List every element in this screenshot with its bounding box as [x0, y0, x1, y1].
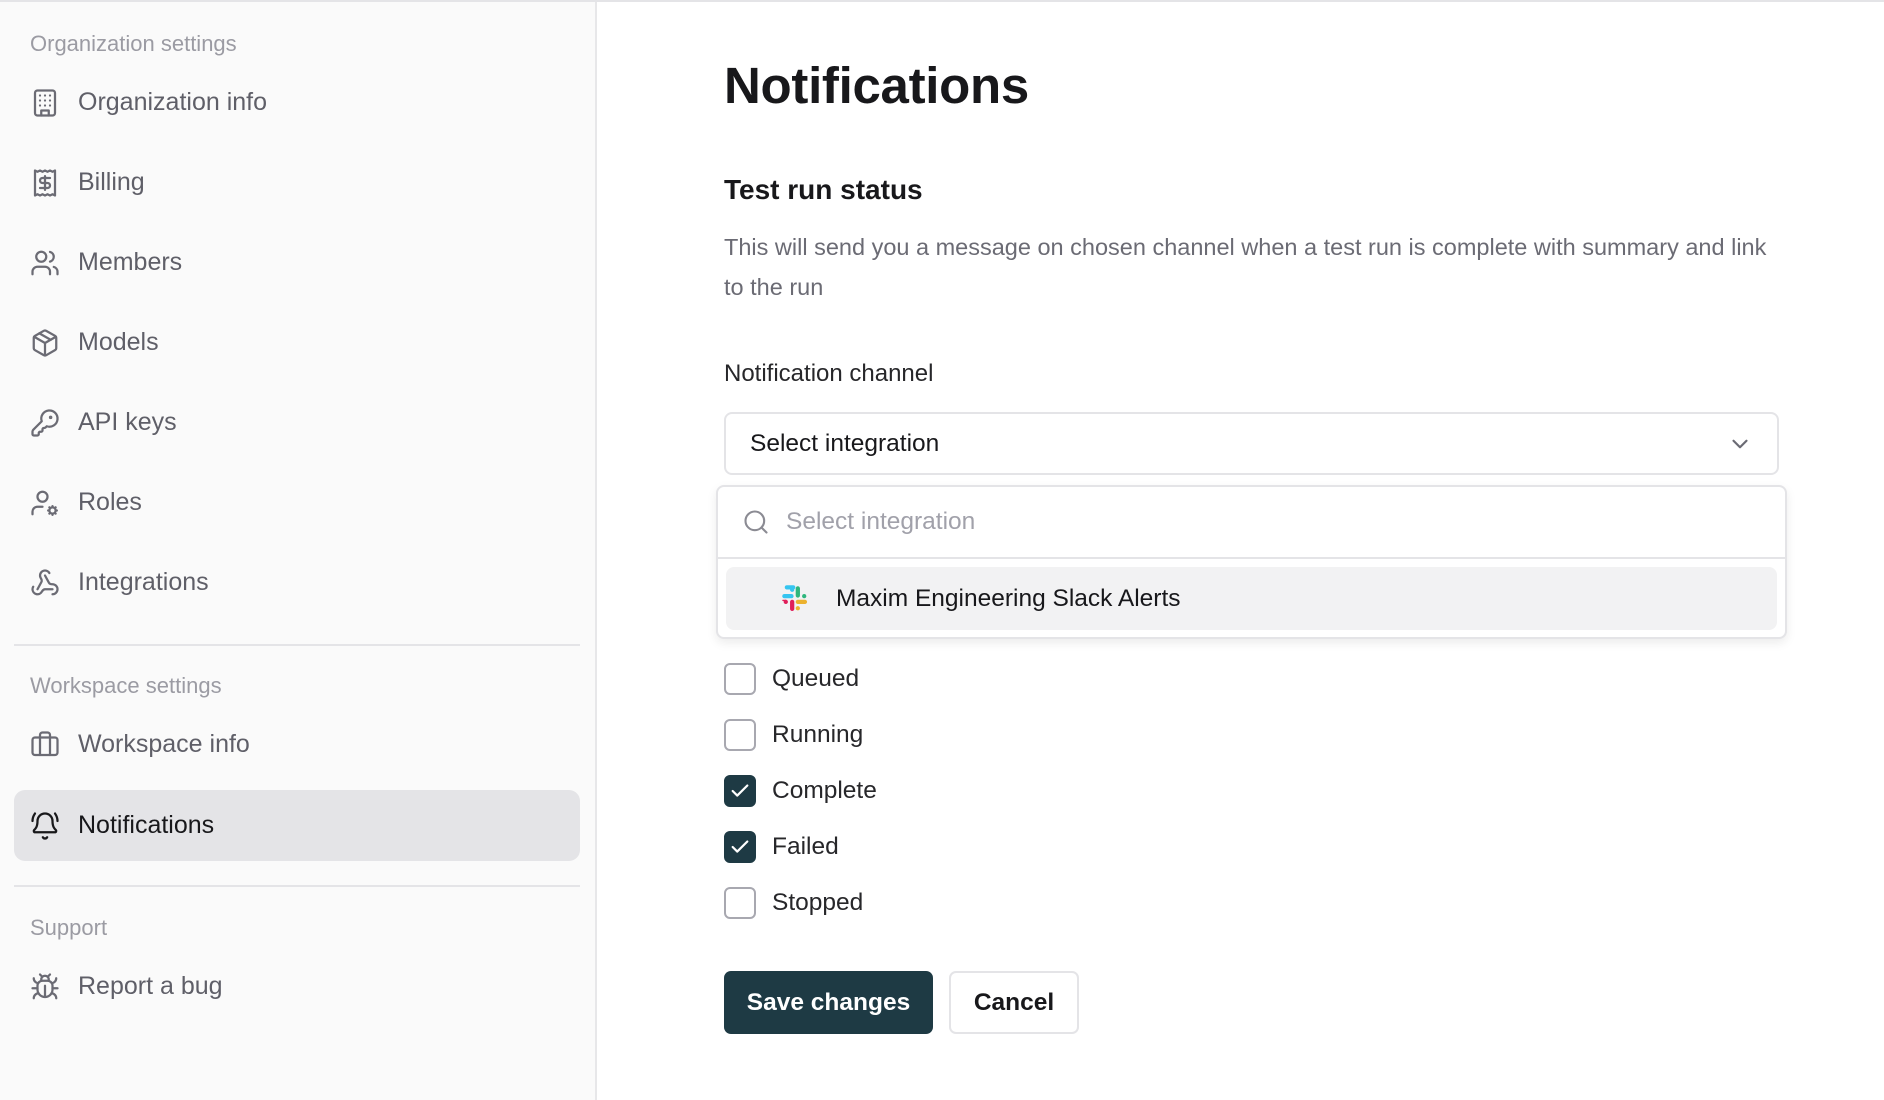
integration-dropdown: Maxim Engineering Slack Alerts [716, 485, 1787, 639]
sidebar-item-label: Workspace info [78, 730, 250, 758]
sidebar-item-label: Integrations [78, 568, 209, 596]
users-icon [30, 248, 60, 278]
sidebar-item-label: Members [78, 248, 183, 276]
bell-ring-icon [30, 811, 60, 841]
notification-channel-label: Notification channel [724, 360, 934, 387]
dropdown-search-bar [718, 487, 1785, 559]
section-description: This will send you a message on chosen c… [724, 234, 1767, 300]
select-value: Select integration [750, 429, 940, 457]
main-content: Notifications Test run status This will … [599, 2, 1884, 1100]
sidebar-item-notifications[interactable]: Notifications [14, 790, 580, 861]
sidebar-item-label: Models [78, 328, 159, 356]
checkbox-label: Failed [772, 833, 839, 860]
package-icon [30, 328, 60, 358]
checkbox-label: Queued [772, 665, 860, 692]
sidebar-item-models[interactable]: Models [14, 307, 580, 378]
notification-channel-select[interactable]: Select integration [724, 412, 1779, 475]
search-icon [742, 508, 770, 536]
user-cog-icon [30, 488, 60, 518]
webhook-icon [30, 568, 60, 598]
sidebar-item-label: Billing [78, 168, 145, 196]
sidebar-divider [14, 885, 580, 887]
sidebar-item-report-bug[interactable]: Report a bug [14, 951, 580, 1022]
integration-search-input[interactable] [786, 508, 1686, 536]
section-title-support: Support [30, 915, 108, 940]
page-title: Notifications [724, 57, 1029, 114]
sidebar-item-label: Organization info [78, 88, 268, 116]
sidebar-item-workspace-info[interactable]: Workspace info [14, 709, 580, 780]
chevron-down-icon [1727, 431, 1753, 457]
check-icon [731, 784, 749, 797]
checkbox-label: Complete [772, 777, 877, 804]
cancel-button[interactable]: Cancel [949, 971, 1079, 1034]
checkbox[interactable] [724, 831, 756, 863]
bug-icon [30, 972, 60, 1002]
checkbox-label: Stopped [772, 889, 864, 916]
dropdown-option-label: Maxim Engineering Slack Alerts [836, 584, 1181, 612]
sidebar-item-label: Notifications [78, 811, 215, 839]
sidebar-item-organization-info[interactable]: Organization info [14, 67, 580, 138]
sidebar-item-integrations[interactable]: Integrations [14, 547, 580, 618]
receipt-dollar-icon [30, 168, 60, 198]
sidebar-item-label: API keys [78, 408, 177, 436]
section-title-organization: Organization settings [30, 31, 237, 56]
check-icon [731, 840, 749, 853]
briefcase-icon [30, 730, 60, 760]
sidebar-item-roles[interactable]: Roles [14, 467, 580, 538]
sidebar-item-members[interactable]: Members [14, 227, 580, 298]
settings-app: Organization settings Organization info … [0, 0, 1884, 1100]
checkbox-label: Running [772, 721, 864, 748]
section-title-workspace: Workspace settings [30, 673, 222, 698]
sidebar-divider [14, 644, 580, 646]
sidebar-item-billing[interactable]: Billing [14, 147, 580, 218]
sidebar-item-api-keys[interactable]: API keys [14, 387, 580, 458]
slack-icon [778, 582, 812, 616]
checkbox[interactable] [724, 719, 756, 751]
section-heading: Test run status [724, 174, 923, 205]
checkbox[interactable] [724, 887, 756, 919]
key-icon [30, 408, 60, 438]
checkbox[interactable] [724, 663, 756, 695]
building-icon [30, 88, 60, 118]
checkbox[interactable] [724, 775, 756, 807]
dropdown-option-slack-alerts[interactable]: Maxim Engineering Slack Alerts [726, 567, 1777, 630]
save-changes-button[interactable]: Save changes [724, 971, 933, 1034]
sidebar-item-label: Roles [78, 488, 142, 516]
sidebar: Organization settings Organization info … [0, 2, 597, 1100]
sidebar-item-label: Report a bug [78, 972, 223, 1000]
